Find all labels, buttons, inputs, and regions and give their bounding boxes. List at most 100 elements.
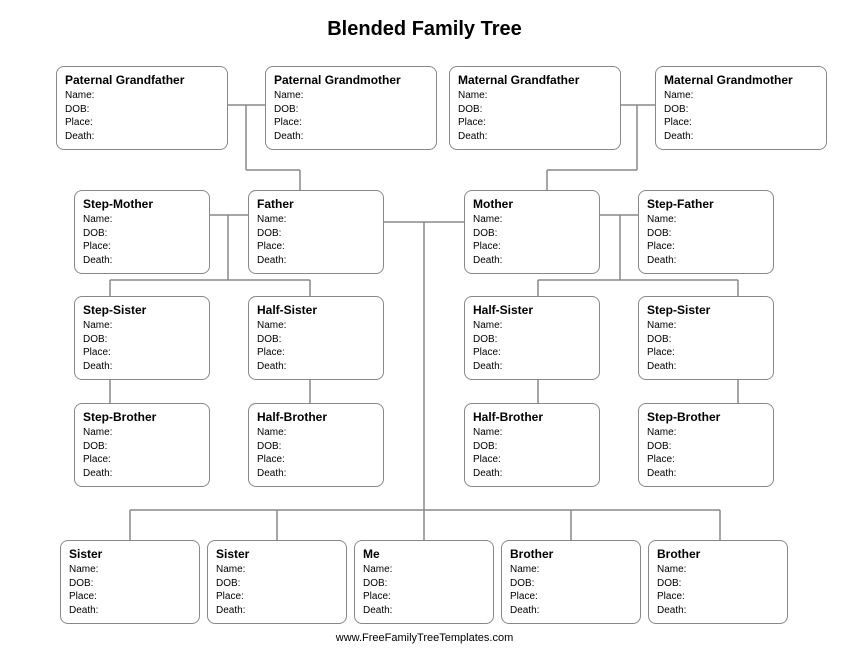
field-place: Place: — [83, 346, 201, 360]
field-dob: DOB: — [510, 577, 632, 591]
heading: Brother — [657, 547, 779, 561]
field-name: Name: — [363, 563, 485, 577]
field-death: Death: — [647, 254, 765, 268]
field-name: Name: — [216, 563, 338, 577]
field-death: Death: — [65, 130, 219, 144]
field-death: Death: — [83, 467, 201, 481]
field-death: Death: — [647, 467, 765, 481]
field-name: Name: — [257, 213, 375, 227]
field-death: Death: — [510, 604, 632, 618]
field-place: Place: — [647, 240, 765, 254]
field-death: Death: — [216, 604, 338, 618]
field-death: Death: — [473, 467, 591, 481]
field-place: Place: — [647, 346, 765, 360]
field-dob: DOB: — [83, 440, 201, 454]
field-dob: DOB: — [65, 103, 219, 117]
field-place: Place: — [257, 453, 375, 467]
field-dob: DOB: — [363, 577, 485, 591]
box-half-sister-right: Half-Sister Name: DOB: Place: Death: — [464, 296, 600, 380]
box-paternal-grandmother: Paternal Grandmother Name: DOB: Place: D… — [265, 66, 437, 150]
field-place: Place: — [274, 116, 428, 130]
heading: Step-Father — [647, 197, 765, 211]
field-dob: DOB: — [647, 333, 765, 347]
field-name: Name: — [65, 89, 219, 103]
field-death: Death: — [473, 254, 591, 268]
field-dob: DOB: — [473, 440, 591, 454]
field-death: Death: — [657, 604, 779, 618]
field-name: Name: — [473, 426, 591, 440]
heading: Step-Brother — [83, 410, 201, 424]
field-name: Name: — [473, 319, 591, 333]
field-death: Death: — [257, 254, 375, 268]
field-dob: DOB: — [647, 227, 765, 241]
field-name: Name: — [657, 563, 779, 577]
heading: Half-Sister — [257, 303, 375, 317]
field-death: Death: — [458, 130, 612, 144]
box-me: Me Name: DOB: Place: Death: — [354, 540, 494, 624]
field-dob: DOB: — [257, 227, 375, 241]
heading: Father — [257, 197, 375, 211]
field-name: Name: — [257, 319, 375, 333]
field-name: Name: — [647, 319, 765, 333]
field-place: Place: — [216, 590, 338, 604]
heading: Maternal Grandfather — [458, 73, 612, 87]
heading: Sister — [69, 547, 191, 561]
field-place: Place: — [363, 590, 485, 604]
box-maternal-grandmother: Maternal Grandmother Name: DOB: Place: D… — [655, 66, 827, 150]
field-place: Place: — [473, 346, 591, 360]
field-dob: DOB: — [83, 227, 201, 241]
heading: Mother — [473, 197, 591, 211]
heading: Half-Brother — [257, 410, 375, 424]
field-death: Death: — [257, 360, 375, 374]
field-place: Place: — [657, 590, 779, 604]
field-dob: DOB: — [647, 440, 765, 454]
field-dob: DOB: — [657, 577, 779, 591]
box-step-sister-right: Step-Sister Name: DOB: Place: Death: — [638, 296, 774, 380]
field-dob: DOB: — [473, 227, 591, 241]
field-death: Death: — [473, 360, 591, 374]
field-place: Place: — [257, 346, 375, 360]
heading: Brother — [510, 547, 632, 561]
field-name: Name: — [83, 426, 201, 440]
field-place: Place: — [510, 590, 632, 604]
box-maternal-grandfather: Maternal Grandfather Name: DOB: Place: D… — [449, 66, 621, 150]
field-place: Place: — [473, 453, 591, 467]
field-dob: DOB: — [473, 333, 591, 347]
field-dob: DOB: — [257, 333, 375, 347]
heading: Step-Mother — [83, 197, 201, 211]
heading: Step-Sister — [647, 303, 765, 317]
field-name: Name: — [83, 319, 201, 333]
box-brother-2: Brother Name: DOB: Place: Death: — [648, 540, 788, 624]
field-death: Death: — [274, 130, 428, 144]
field-place: Place: — [69, 590, 191, 604]
field-death: Death: — [69, 604, 191, 618]
box-half-sister-left: Half-Sister Name: DOB: Place: Death: — [248, 296, 384, 380]
field-place: Place: — [83, 240, 201, 254]
field-dob: DOB: — [458, 103, 612, 117]
box-step-brother-right: Step-Brother Name: DOB: Place: Death: — [638, 403, 774, 487]
box-sister-2: Sister Name: DOB: Place: Death: — [207, 540, 347, 624]
heading: Me — [363, 547, 485, 561]
box-half-brother-right: Half-Brother Name: DOB: Place: Death: — [464, 403, 600, 487]
field-name: Name: — [257, 426, 375, 440]
heading: Paternal Grandmother — [274, 73, 428, 87]
box-brother-1: Brother Name: DOB: Place: Death: — [501, 540, 641, 624]
box-mother: Mother Name: DOB: Place: Death: — [464, 190, 600, 274]
heading: Step-Brother — [647, 410, 765, 424]
field-death: Death: — [664, 130, 818, 144]
field-place: Place: — [647, 453, 765, 467]
heading: Paternal Grandfather — [65, 73, 219, 87]
field-name: Name: — [458, 89, 612, 103]
field-name: Name: — [510, 563, 632, 577]
box-paternal-grandfather: Paternal Grandfather Name: DOB: Place: D… — [56, 66, 228, 150]
field-place: Place: — [257, 240, 375, 254]
heading: Sister — [216, 547, 338, 561]
box-step-brother-left: Step-Brother Name: DOB: Place: Death: — [74, 403, 210, 487]
field-place: Place: — [473, 240, 591, 254]
field-name: Name: — [664, 89, 818, 103]
heading: Half-Sister — [473, 303, 591, 317]
field-death: Death: — [647, 360, 765, 374]
box-step-sister-left: Step-Sister Name: DOB: Place: Death: — [74, 296, 210, 380]
field-death: Death: — [83, 360, 201, 374]
field-place: Place: — [664, 116, 818, 130]
